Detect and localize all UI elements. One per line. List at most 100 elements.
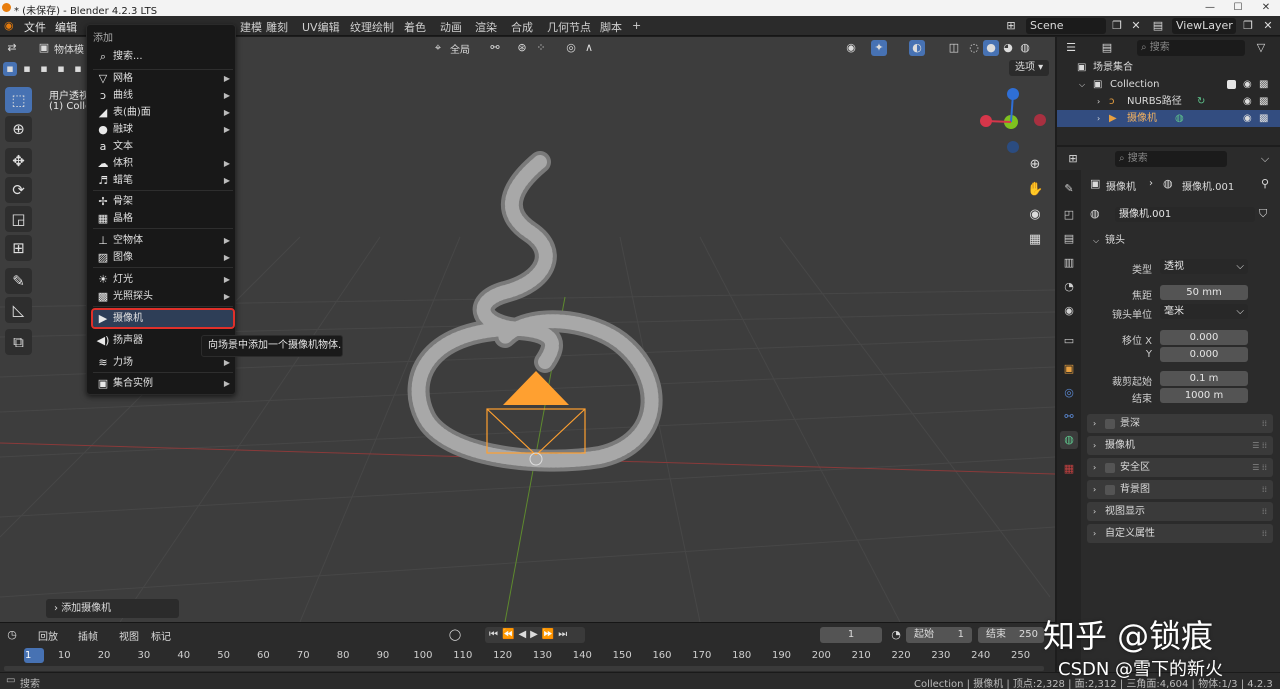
fake-user-shield-icon[interactable]: ⛉ [1259,207,1267,221]
move-tool[interactable]: ✥ [5,148,32,174]
transform-orientation-icon[interactable]: ⌖ [430,40,446,56]
scale-tool[interactable]: ◲ [5,206,32,232]
marker-menu[interactable]: 标记 [151,628,171,643]
select-invert-icon[interactable]: ▪ [54,62,68,76]
menu-item-curve[interactable]: ↄ 曲线 ▶ [93,87,233,104]
timeline[interactable]: ◷ 回放 插帧 视图 标记 ◯ ⏮⏪◀▶⏩⏭ 1 ◔ 起始 1 结束 250 1… [0,622,1055,672]
render-camera-icon[interactable]: ▩ [1259,76,1268,93]
type-dropdown[interactable]: 透视 ⌵ [1160,259,1248,274]
tab-rendering[interactable]: 渲染 [475,19,497,35]
render-tab-icon[interactable]: ◰ [1060,206,1078,224]
view-menu[interactable]: 视图 [119,628,139,643]
rotate-tool[interactable]: ⟳ [5,177,32,203]
camera-view-icon[interactable]: ◉ [1027,207,1043,223]
gizmo-toggle-icon[interactable]: ✦ [871,40,887,56]
scene-selector[interactable]: Scene [1026,18,1106,34]
menu-item-metaball[interactable]: ● 融球 ▶ [93,121,233,138]
custom-properties-panel[interactable]: › 自定义属性 ⁞⁞ [1087,524,1273,543]
tab-animation[interactable]: 动画 [440,19,462,35]
physics-tab-icon[interactable]: ◎ [1060,384,1078,402]
shift-y-field[interactable]: 0.000 [1160,347,1248,362]
clip-end-field[interactable]: 1000 m [1160,388,1248,403]
select-new-icon[interactable]: ▪ [3,62,17,76]
cursor-tool[interactable]: ⊕ [5,116,32,142]
depth-of-field-panel[interactable]: › 景深 ⁞⁞ [1087,414,1273,433]
xray-icon[interactable]: ◫ [946,40,962,56]
menu-file[interactable]: 文件 [24,19,46,35]
tab-texture-paint[interactable]: 纹理绘制 [350,19,394,35]
tab-modeling[interactable]: 建模 [240,19,262,35]
keying-menu[interactable]: 插帧 [78,628,98,643]
outliner-editor-icon[interactable]: ☰ [1063,40,1079,56]
select-extend-icon[interactable]: ▪ [20,62,34,76]
view-layer-tab-icon[interactable]: ▥ [1060,254,1078,272]
object-tab-icon[interactable]: ▣ [1060,360,1078,378]
material-shading-icon[interactable]: ◕ [1000,40,1016,56]
world-tab-icon[interactable]: ◉ [1060,302,1078,320]
background-images-checkbox[interactable] [1105,485,1115,495]
minimize-button[interactable]: — [1196,0,1224,16]
outliner-search-input[interactable]: ⌕ 搜索 [1137,40,1245,56]
start-frame-field[interactable]: 起始 1 [906,627,972,643]
navigation-gizmo[interactable] [980,88,1046,153]
options-dropdown[interactable]: 选项 ▾ [1009,60,1049,76]
add-workspace-button[interactable]: + [632,19,641,32]
scene-icon[interactable]: ⊞ [1003,18,1019,34]
menu-item-armature[interactable]: ✢ 骨架 [93,193,233,210]
timeline-scrollbar[interactable] [4,666,1044,671]
menu-item-empty[interactable]: ⊥ 空物体 ▶ [93,232,233,249]
focal-length-field[interactable]: 50 mm [1160,285,1248,300]
auto-key-icon[interactable]: ◯ [447,627,463,643]
menu-item-image[interactable]: ▨ 图像 ▶ [93,249,233,266]
menu-item-light-probe[interactable]: ▩ 光照探头 ▶ [93,288,233,305]
shift-x-field[interactable]: 0.000 [1160,330,1248,345]
output-tab-icon[interactable]: ▤ [1060,230,1078,248]
annotate-tool[interactable]: ✎ [5,268,32,294]
snap-icon[interactable]: ⊛ [514,40,530,56]
playback-menu[interactable]: 回放 [38,628,58,643]
render-camera-icon[interactable]: ▩ [1259,110,1268,127]
new-scene-icon[interactable]: ❐ [1109,18,1125,34]
dof-checkbox[interactable] [1105,419,1115,429]
blender-menu-icon[interactable]: ◉ [4,19,14,32]
visibility-icon[interactable]: ◉ [843,40,859,56]
outliner-item-camera[interactable]: › ▶ 摄像机 ◍ ◉ ▩ [1057,110,1280,127]
menu-item-mesh[interactable]: ▽ 网格 ▶ [93,70,233,87]
delete-scene-icon[interactable]: ✕ [1128,18,1144,34]
chevron-down-icon[interactable]: ⌵ [1257,151,1273,167]
eye-icon[interactable]: ◉ [1243,93,1252,110]
object-mode-icon[interactable]: ▣ [36,40,52,56]
properties-search-input[interactable]: ⌕ 搜索 [1115,151,1227,167]
filter-icon[interactable]: ▽ [1253,40,1269,56]
outliner-scene-collection[interactable]: ▣ 场景集合 [1057,59,1280,76]
last-operator-panel[interactable]: › 添加摄像机 [46,599,179,618]
add-menu-search[interactable]: ⌕ 搜索... [93,48,233,65]
texture-tab-icon[interactable]: ▦ [1060,460,1078,478]
playback-controls[interactable]: ⏮⏪◀▶⏩⏭ [485,627,585,643]
constraints-tab-icon[interactable]: ⚯ [1060,408,1078,426]
tab-scripting[interactable]: 脚本 [600,19,622,35]
menu-item-text[interactable]: a 文本 [93,138,233,155]
select-subtract-icon[interactable]: ▪ [37,62,51,76]
mode-selector[interactable]: 物体模 [54,41,84,56]
eye-icon[interactable]: ◉ [1243,76,1252,93]
eye-icon[interactable]: ◉ [1243,110,1252,127]
ortho-grid-icon[interactable]: ▦ [1027,232,1043,248]
outliner-item-nurbs-path[interactable]: › ↄ NURBS路径 ↻ ◉ ▩ [1057,93,1280,110]
display-mode-icon[interactable]: ▤ [1099,40,1115,56]
close-button[interactable]: ✕ [1252,0,1280,16]
menu-item-camera[interactable]: ▶ 摄像机 [91,308,235,329]
menu-item-volume[interactable]: ☁ 体积 ▶ [93,155,233,172]
background-images-panel[interactable]: › 背景图 ⁞⁞ [1087,480,1273,499]
end-frame-field[interactable]: 结束 250 [978,627,1044,643]
lens-panel-header[interactable]: ⌵ 镜头 [1087,231,1273,250]
orientation-selector[interactable]: 全局 [450,41,470,56]
outliner-collection[interactable]: ⌵ ▣ Collection ◉ ▩ [1057,76,1280,93]
falloff-icon[interactable]: ∧ [581,40,597,56]
viewlayer-icon[interactable]: ▤ [1150,18,1166,34]
new-viewlayer-icon[interactable]: ❐ [1240,18,1256,34]
rendered-shading-icon[interactable]: ◍ [1017,40,1033,56]
tab-sculpt[interactable]: 雕刻 [266,19,288,35]
wireframe-shading-icon[interactable]: ◌ [966,40,982,56]
delete-viewlayer-icon[interactable]: ✕ [1260,18,1276,34]
